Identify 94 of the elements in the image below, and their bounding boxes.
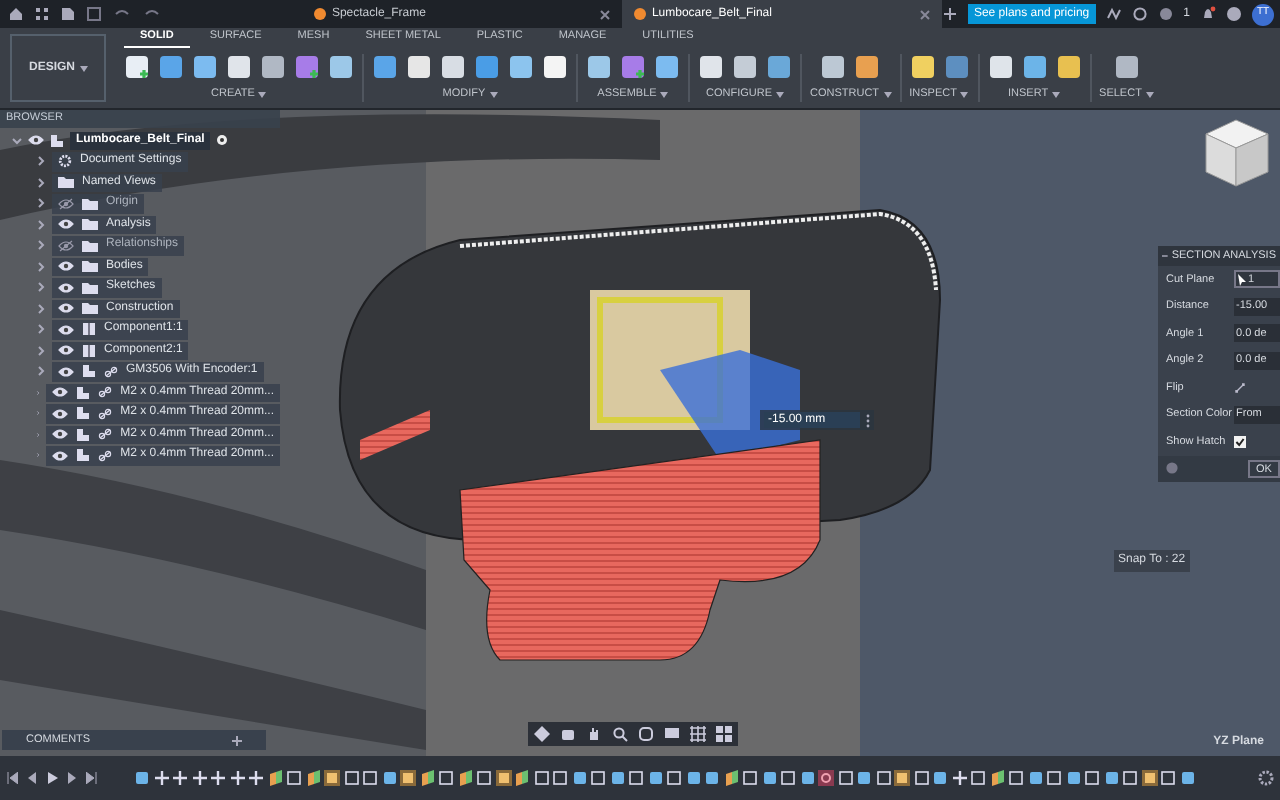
plane-feature-icon[interactable] bbox=[419, 770, 435, 786]
point-feature-icon[interactable] bbox=[248, 770, 264, 786]
plus-icon[interactable] bbox=[232, 735, 242, 745]
sketch-feature-icon[interactable] bbox=[1008, 770, 1024, 786]
sketch-feature-icon[interactable] bbox=[913, 770, 929, 786]
view-cube[interactable] bbox=[1205, 119, 1269, 187]
point-feature-icon[interactable] bbox=[210, 770, 226, 786]
point-feature-icon[interactable] bbox=[153, 770, 169, 786]
plus-icon[interactable] bbox=[941, 6, 958, 22]
plane-feature-icon[interactable] bbox=[989, 770, 1005, 786]
sketch-feature-icon[interactable] bbox=[666, 770, 682, 786]
plane-feature-icon[interactable] bbox=[457, 770, 473, 786]
link-icon bbox=[98, 449, 113, 462]
plane-feature-icon[interactable] bbox=[305, 770, 321, 786]
camera-icon[interactable] bbox=[560, 726, 576, 742]
cursor-icon bbox=[1238, 273, 1246, 286]
expanded-caret-icon[interactable] bbox=[12, 135, 22, 146]
extrude-feature-icon[interactable] bbox=[1141, 770, 1157, 786]
eye-icon[interactable] bbox=[52, 386, 69, 399]
eye-icon[interactable] bbox=[58, 323, 74, 336]
link-icon bbox=[98, 386, 113, 399]
save-icon[interactable] bbox=[86, 6, 102, 22]
point-feature-icon[interactable] bbox=[172, 770, 188, 786]
plane-feature-icon[interactable] bbox=[267, 770, 283, 786]
joint-feature-icon[interactable] bbox=[818, 770, 834, 786]
file-icon[interactable] bbox=[60, 6, 76, 22]
gear-icon bbox=[58, 154, 72, 169]
last-icon[interactable] bbox=[86, 772, 98, 784]
plane-feature-icon[interactable] bbox=[723, 770, 739, 786]
first-icon[interactable] bbox=[6, 772, 18, 784]
settings-icon[interactable] bbox=[216, 134, 229, 147]
settings-icon[interactable] bbox=[1258, 770, 1274, 786]
eye-icon[interactable] bbox=[52, 407, 69, 420]
eye-icon[interactable] bbox=[52, 449, 69, 462]
sketch-feature-icon[interactable] bbox=[780, 770, 796, 786]
close-icon[interactable] bbox=[919, 9, 930, 19]
caret-icon bbox=[489, 91, 498, 98]
hand-icon[interactable] bbox=[586, 726, 602, 742]
plane-feature-icon[interactable] bbox=[514, 770, 530, 786]
grid-icon[interactable] bbox=[690, 726, 706, 742]
sketch-feature-icon[interactable] bbox=[970, 770, 986, 786]
eye-icon[interactable] bbox=[52, 428, 69, 441]
next-icon[interactable] bbox=[66, 772, 78, 784]
caret-icon bbox=[1052, 91, 1061, 98]
pulse-icon[interactable] bbox=[1105, 6, 1122, 22]
refresh-icon[interactable] bbox=[1131, 6, 1148, 22]
sketch-feature-icon[interactable] bbox=[286, 770, 302, 786]
sketch-feature-icon[interactable] bbox=[742, 770, 758, 786]
eye-icon[interactable] bbox=[28, 134, 44, 147]
sketch-feature-icon[interactable] bbox=[628, 770, 644, 786]
close-icon[interactable] bbox=[599, 9, 610, 19]
eye-icon[interactable] bbox=[58, 365, 74, 378]
fit-icon[interactable] bbox=[638, 726, 654, 742]
eye-icon[interactable] bbox=[58, 260, 74, 273]
eye-icon[interactable] bbox=[58, 281, 74, 294]
orbit-icon[interactable] bbox=[534, 726, 550, 742]
caret-icon bbox=[660, 91, 669, 98]
point-feature-icon[interactable] bbox=[951, 770, 967, 786]
caret-icon bbox=[960, 91, 969, 98]
viewports-icon[interactable] bbox=[716, 726, 732, 742]
extrude-feature-icon[interactable] bbox=[495, 770, 511, 786]
sketch-feature-icon[interactable] bbox=[837, 770, 853, 786]
hidden-eye-icon[interactable] bbox=[58, 197, 74, 210]
caret-icon bbox=[79, 65, 87, 71]
sketch-feature-icon[interactable] bbox=[1122, 770, 1138, 786]
checkbox[interactable] bbox=[1234, 435, 1246, 448]
zoom-icon[interactable] bbox=[612, 726, 628, 742]
sketch-feature-icon[interactable] bbox=[590, 770, 606, 786]
hidden-eye-icon[interactable] bbox=[58, 239, 74, 252]
point-feature-icon[interactable] bbox=[229, 770, 245, 786]
link-icon bbox=[98, 428, 113, 441]
flip-icon[interactable] bbox=[1234, 381, 1246, 394]
caret-icon bbox=[1145, 91, 1154, 98]
eye-icon[interactable] bbox=[58, 218, 74, 231]
sketch-feature-icon[interactable] bbox=[438, 770, 454, 786]
link-icon bbox=[104, 365, 118, 378]
sketch-feature-icon[interactable] bbox=[476, 770, 492, 786]
point-feature-icon[interactable] bbox=[191, 770, 207, 786]
caret-icon bbox=[883, 91, 892, 98]
caret-icon bbox=[258, 91, 267, 98]
sketch-feature-icon[interactable] bbox=[1160, 770, 1176, 786]
link-icon bbox=[98, 407, 113, 420]
sketch-feature-icon[interactable] bbox=[1084, 770, 1100, 786]
sketch-feature-icon[interactable] bbox=[875, 770, 891, 786]
play-icon[interactable] bbox=[46, 772, 58, 784]
caret-icon bbox=[776, 91, 784, 98]
display-icon[interactable] bbox=[664, 726, 680, 742]
eye-icon[interactable] bbox=[58, 344, 74, 357]
bell-icon[interactable] bbox=[1200, 6, 1216, 22]
grid-icon[interactable] bbox=[34, 6, 50, 22]
home-icon[interactable] bbox=[8, 6, 24, 22]
previous-icon[interactable] bbox=[26, 772, 38, 784]
eye-icon[interactable] bbox=[58, 302, 74, 315]
sketch-feature-icon[interactable] bbox=[1046, 770, 1062, 786]
